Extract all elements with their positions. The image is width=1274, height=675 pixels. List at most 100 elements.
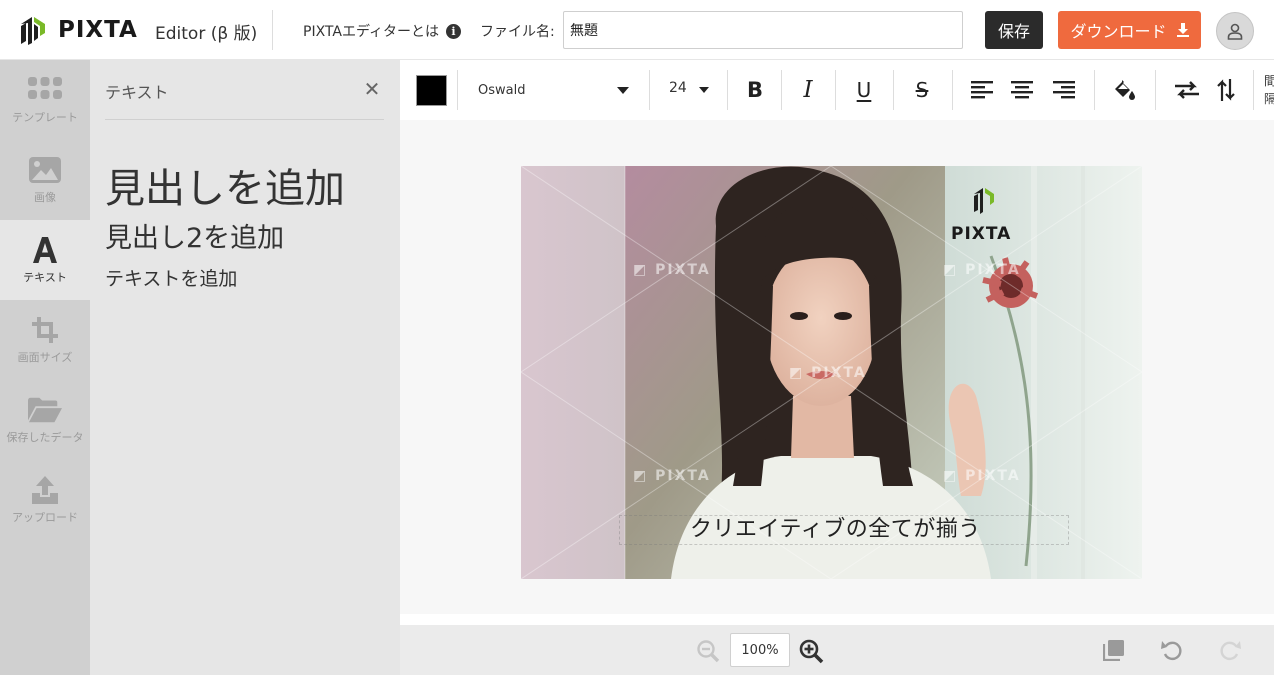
panel-title: テキスト: [105, 83, 169, 102]
sidebar-item-saved-data[interactable]: 保存したデータ: [0, 380, 90, 460]
logo-wordmark: PIXTA: [951, 224, 1012, 244]
folder-icon: [28, 395, 62, 425]
text-panel: テキスト ✕ 見出しを追加 見出し2を追加 テキストを追加: [90, 60, 400, 675]
close-icon[interactable]: ✕: [360, 77, 384, 101]
svg-text:◩ PIXTA: ◩ PIXTA: [633, 262, 711, 278]
align-center-button[interactable]: [1007, 75, 1037, 105]
fill-color-button[interactable]: [1110, 75, 1140, 105]
zoom-out-icon: [697, 640, 720, 663]
align-center-icon: [1011, 81, 1033, 99]
add-heading-button[interactable]: 見出しを追加: [105, 156, 345, 214]
svg-text:◩ PIXTA: ◩ PIXTA: [633, 468, 711, 484]
spacing-label[interactable]: 間隔: [1264, 72, 1274, 108]
zoom-in-button[interactable]: [798, 638, 824, 664]
filename-input[interactable]: [563, 11, 963, 49]
sidebar-item-image[interactable]: 画像: [0, 140, 90, 220]
sidebar-item-label: 画像: [34, 191, 56, 204]
canvas-area: ◩ PIXTA ◩ PIXTA ◩ PIXTA ◩ PIXTA ◩ PIXTA …: [400, 120, 1274, 614]
font-family-select[interactable]: Oswald: [478, 80, 638, 100]
canvas-text-caption[interactable]: クリエイティブの全てが揃う: [690, 511, 981, 543]
underline-icon: U: [856, 78, 872, 102]
caret-down-icon: [699, 87, 709, 93]
svg-text:◩ PIXTA: ◩ PIXTA: [789, 365, 867, 381]
align-right-icon: [1053, 81, 1075, 99]
template-grid-icon: [28, 75, 62, 105]
text-color-swatch[interactable]: [416, 75, 447, 106]
bold-icon: B: [746, 78, 763, 102]
strikethrough-button[interactable]: S: [907, 75, 937, 105]
sidebar-item-label: テンプレート: [12, 111, 78, 124]
bottom-bar: [400, 625, 1274, 675]
text-toolbar: Oswald 24 B I U S 間隔: [400, 60, 1274, 120]
brand-wordmark: PIXTA: [58, 17, 138, 43]
redo-button[interactable]: [1219, 639, 1241, 661]
undo-button[interactable]: [1161, 639, 1183, 661]
toolbar-divider: [1094, 70, 1095, 110]
sidebar-item-template[interactable]: テンプレート: [0, 60, 90, 140]
sidebar-item-upload[interactable]: アップロード: [0, 460, 90, 540]
toolbar-divider: [952, 70, 953, 110]
app-header: PIXTA Editor (β 版) PIXTAエディターとは i ファイル名:…: [0, 0, 1274, 60]
zoom-out-button[interactable]: [696, 639, 720, 663]
italic-icon: I: [803, 77, 813, 103]
filename-label: ファイル名:: [480, 24, 555, 40]
panel-divider: [105, 119, 384, 120]
toolbar-divider: [1155, 70, 1156, 110]
pixta-logo-mark-icon: [21, 17, 45, 45]
download-button[interactable]: ダウンロード: [1058, 11, 1201, 49]
toolbar-divider: [1253, 70, 1254, 110]
save-button[interactable]: 保存: [985, 11, 1043, 49]
pixta-logo[interactable]: PIXTA: [18, 14, 138, 46]
zoom-in-icon: [799, 639, 824, 664]
user-avatar-button[interactable]: [1216, 12, 1254, 50]
font-size-value: 24: [669, 80, 687, 96]
sidebar-item-label: 画面サイズ: [17, 351, 73, 364]
line-height-button[interactable]: [1211, 75, 1241, 105]
caret-down-icon: [617, 87, 629, 94]
sidebar-item-label: 保存したデータ: [6, 431, 84, 444]
copy-icon: [1102, 640, 1124, 662]
sidebar-item-label: テキスト: [23, 271, 67, 284]
toolbar-divider: [781, 70, 782, 110]
editor-version-label: Editor (β 版): [155, 24, 258, 44]
upload-icon: [28, 475, 62, 505]
toolbar-divider: [457, 70, 458, 110]
font-size-select[interactable]: 24: [669, 80, 719, 100]
add-heading2-button[interactable]: 見出し2を追加: [105, 216, 284, 255]
duplicate-button[interactable]: [1102, 639, 1125, 662]
sidebar-item-text[interactable]: テキスト: [0, 220, 90, 300]
strikethrough-icon: S: [915, 78, 929, 102]
paint-bucket-icon: [1115, 80, 1135, 100]
info-icon: i: [445, 23, 461, 39]
underline-button[interactable]: U: [849, 75, 879, 105]
svg-text:◩ PIXTA: ◩ PIXTA: [943, 468, 1021, 484]
letter-spacing-button[interactable]: [1172, 75, 1202, 105]
vertical-swap-icon: [1217, 79, 1235, 101]
text-a-icon: [28, 235, 62, 265]
about-editor-label: PIXTAエディターとは: [303, 24, 439, 40]
font-family-value: Oswald: [478, 82, 526, 98]
italic-button[interactable]: I: [793, 75, 823, 105]
align-left-button[interactable]: [967, 75, 997, 105]
header-divider: [272, 10, 273, 50]
zoom-level-input[interactable]: [730, 633, 790, 667]
horizontal-swap-icon: [1175, 81, 1199, 99]
image-icon: [28, 155, 62, 185]
toolbar-divider: [727, 70, 728, 110]
about-editor-link[interactable]: PIXTAエディターとは i: [303, 21, 461, 41]
undo-icon: [1161, 641, 1182, 661]
toolbar-divider: [649, 70, 650, 110]
sidebar-nav: テンプレート 画像 テキスト 画面サイズ 保存したデータ アップロード: [0, 60, 90, 675]
sidebar-item-screen-size[interactable]: 画面サイズ: [0, 300, 90, 380]
download-label: ダウンロード: [1070, 22, 1167, 41]
bold-button[interactable]: B: [740, 75, 770, 105]
align-left-icon: [971, 81, 993, 99]
svg-text:◩ PIXTA: ◩ PIXTA: [943, 262, 1021, 278]
add-text-button[interactable]: テキストを追加: [105, 264, 237, 291]
crop-icon: [28, 315, 62, 345]
download-icon: [1176, 23, 1189, 37]
align-right-button[interactable]: [1049, 75, 1079, 105]
redo-icon: [1220, 641, 1241, 661]
user-icon: [1227, 23, 1243, 40]
sidebar-item-label: アップロード: [12, 511, 78, 524]
